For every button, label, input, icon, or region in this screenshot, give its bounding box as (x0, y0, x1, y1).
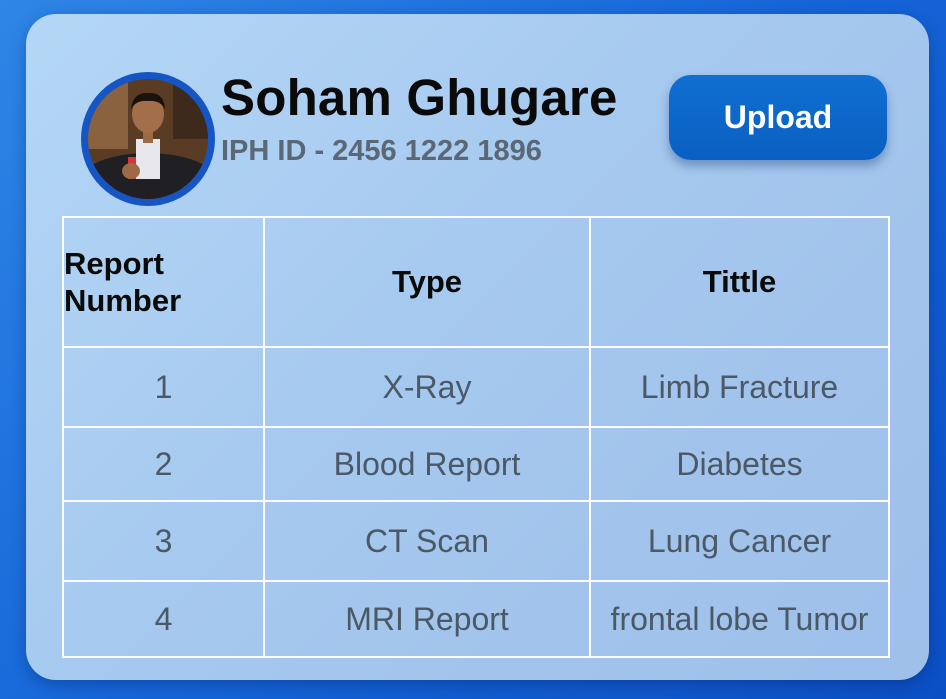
upload-button[interactable]: Upload (669, 75, 887, 160)
column-header-title: Tittle (589, 216, 890, 348)
report-title-cell: Limb Fracture (589, 346, 890, 428)
report-type-cell: X-Ray (263, 346, 591, 428)
report-type-cell: Blood Report (263, 426, 591, 502)
column-header-report-number: Report Number (62, 216, 265, 348)
table-row[interactable]: 1 X-Ray Limb Fracture (62, 346, 890, 428)
report-number-cell: 4 (62, 580, 265, 658)
report-type-cell: CT Scan (263, 500, 591, 582)
report-title-cell: Diabetes (589, 426, 890, 502)
table-row[interactable]: 2 Blood Report Diabetes (62, 426, 890, 502)
header-number-line1: Report (64, 245, 164, 281)
avatar[interactable] (81, 72, 215, 206)
table-row[interactable]: 4 MRI Report frontal lobe Tumor (62, 580, 890, 658)
report-number-cell: 2 (62, 426, 265, 502)
profile-photo-icon (88, 79, 208, 199)
table-header-row: Report Number Type Tittle (62, 216, 890, 348)
report-type-cell: MRI Report (263, 580, 591, 658)
column-header-type: Type (263, 216, 591, 348)
patient-id: IPH ID - 2456 1222 1896 (221, 135, 542, 167)
report-title-cell: frontal lobe Tumor (589, 580, 890, 658)
header-number-line2: Number (64, 283, 182, 318)
patient-name: Soham Ghugare (221, 69, 618, 126)
report-number-cell: 1 (62, 346, 265, 428)
report-number-cell: 3 (62, 500, 265, 582)
report-title-cell: Lung Cancer (589, 500, 890, 582)
reports-table: Report Number Type Tittle 1 X-Ray Limb Fr… (62, 216, 890, 658)
table-row[interactable]: 3 CT Scan Lung Cancer (62, 500, 890, 582)
